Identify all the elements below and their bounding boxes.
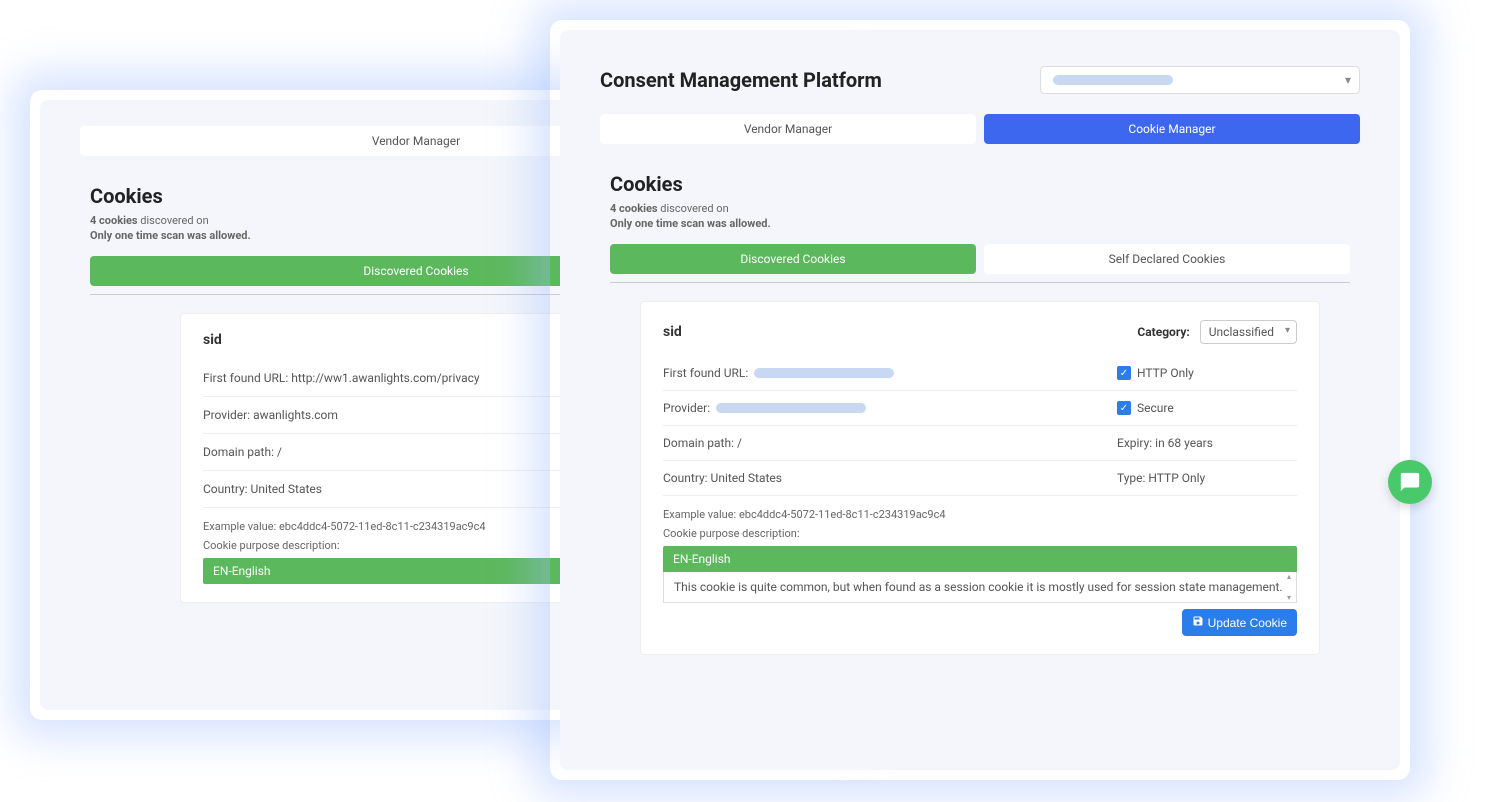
category-select[interactable]: Unclassified [1200, 320, 1297, 344]
country-row: Country: United States [663, 461, 1117, 496]
type-row: Type: HTTP Only [1117, 461, 1297, 496]
secure-row: ✓ Secure [1117, 391, 1297, 426]
tab-cookie-manager-front[interactable]: Cookie Manager [984, 114, 1360, 144]
expiry-row: Expiry: in 68 years [1117, 426, 1297, 461]
inner-tab-discovered[interactable]: Discovered Cookies [610, 244, 976, 274]
provider-row: Provider: [663, 391, 1117, 426]
redacted-url [754, 368, 894, 378]
secure-checkbox[interactable]: ✓ [1117, 401, 1131, 415]
meta-count-front: 4 cookies discovered on [610, 202, 1350, 215]
redacted-site-name [1053, 75, 1173, 85]
chat-icon [1399, 471, 1421, 493]
first-found-url-row: First found URL: [663, 356, 1117, 391]
chat-fab[interactable] [1388, 460, 1432, 504]
chevron-down-icon: ▾ [1345, 73, 1351, 87]
section-title-front: Cookies [610, 172, 1350, 196]
domain-path-row: Domain path: / [663, 426, 1117, 461]
http-only-row: ✓ HTTP Only [1117, 356, 1297, 391]
meta-note-front: Only one time scan was allowed. [610, 217, 1350, 230]
category-label: Category: [1137, 325, 1189, 339]
cookie-name: sid [663, 324, 682, 340]
page-title: Consent Management Platform [600, 68, 882, 92]
cookie-card: sid Category: Unclassified First found U… [640, 301, 1320, 655]
save-icon [1192, 615, 1204, 630]
cookie-name-back: sid [203, 332, 222, 348]
inner-tab-self-declared[interactable]: Self Declared Cookies [984, 244, 1350, 274]
redacted-provider [716, 403, 866, 413]
divider-front [610, 282, 1350, 283]
purpose-label: Cookie purpose description: [663, 527, 1297, 540]
example-value: Example value: ebc4ddc4-5072-11ed-8c11-c… [663, 508, 1297, 521]
tab-vendor-manager-front[interactable]: Vendor Manager [600, 114, 976, 144]
panel-front: Consent Management Platform ▾ Vendor Man… [560, 30, 1400, 770]
lang-bar[interactable]: EN-English [663, 546, 1297, 572]
description-box[interactable]: This cookie is quite common, but when fo… [663, 572, 1297, 603]
site-selector[interactable]: ▾ [1040, 66, 1360, 94]
http-only-checkbox[interactable]: ✓ [1117, 366, 1131, 380]
scrollbar[interactable] [1286, 574, 1294, 600]
update-cookie-button[interactable]: Update Cookie [1182, 609, 1297, 636]
